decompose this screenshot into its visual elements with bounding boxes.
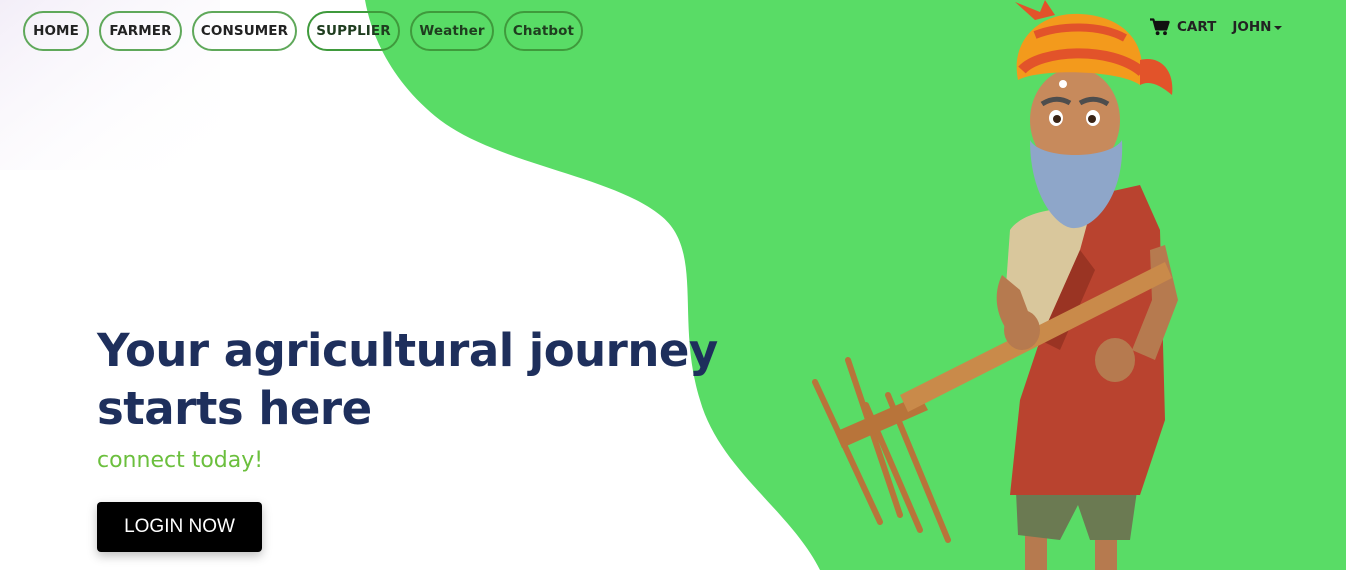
nav-weather[interactable]: Weather <box>410 11 494 51</box>
nav-supplier[interactable]: SUPPLIER <box>307 11 400 51</box>
cart-label: CART <box>1177 19 1217 35</box>
nav-home[interactable]: HOME <box>23 11 89 51</box>
user-menu-dropdown[interactable]: JOHN <box>1232 19 1283 35</box>
hero-section: Your agricultural journey starts here co… <box>97 322 757 552</box>
caret-down-icon <box>1274 25 1283 30</box>
hero-title: Your agricultural journey starts here <box>97 324 718 435</box>
login-now-button[interactable]: LOGIN NOW <box>97 502 262 552</box>
main-navigation: HOME FARMER CONSUMER SUPPLIER Weather Ch… <box>23 11 583 51</box>
cart-link[interactable]: CART <box>1150 18 1216 36</box>
hero-subtitle: connect today! <box>97 448 264 473</box>
farmer-illustration <box>812 0 1178 570</box>
nav-farmer[interactable]: FARMER <box>99 11 182 51</box>
shopping-cart-icon <box>1150 18 1170 36</box>
nav-consumer[interactable]: CONSUMER <box>192 11 297 51</box>
account-navigation: CART JOHN <box>1150 18 1283 36</box>
user-name: JOHN <box>1232 19 1272 35</box>
nav-chatbot[interactable]: Chatbot <box>504 11 583 51</box>
